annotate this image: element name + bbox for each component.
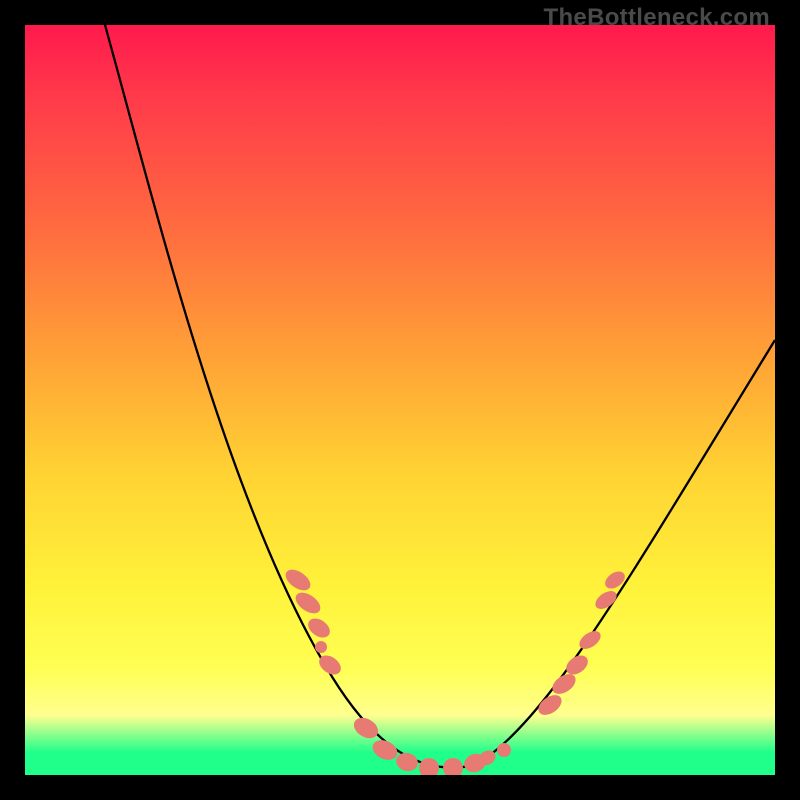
marker-dot (419, 758, 439, 775)
marker-dot (350, 714, 382, 743)
marker-dot (394, 750, 420, 773)
bottleneck-curve-line (105, 25, 775, 768)
marker-dot (443, 758, 463, 775)
chart-frame (25, 25, 775, 775)
marker-dot (315, 641, 327, 653)
marker-dot (602, 568, 628, 592)
chart-svg (25, 25, 775, 775)
marker-dots-group (282, 565, 628, 775)
watermark-text: TheBottleneck.com (544, 4, 770, 32)
marker-dot (497, 743, 511, 757)
marker-dot (576, 627, 604, 652)
